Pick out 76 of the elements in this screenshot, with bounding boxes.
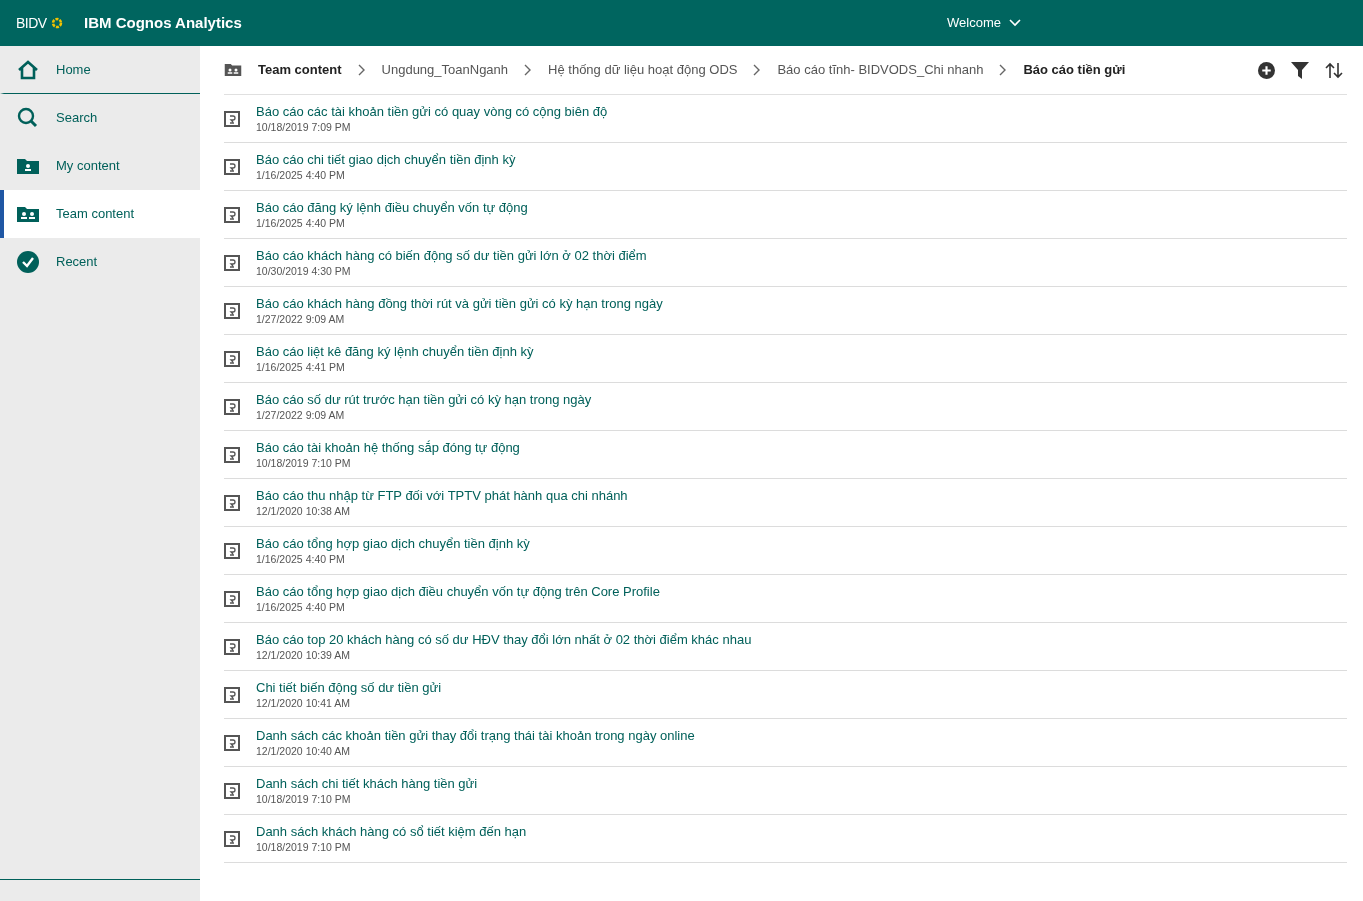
report-link[interactable]: Báo cáo đăng ký lệnh điều chuyển vốn tự động (256, 199, 528, 216)
modified-date: 1/27/2022 9:09 AM (256, 408, 346, 422)
report-icon (224, 542, 240, 559)
report-link[interactable]: Danh sách các khoản tiền gửi thay đổi trạng thái tài khoản trong ngày online (256, 727, 695, 744)
modified-date: 1/16/2025 4:40 PM (256, 168, 346, 182)
sidebar-item[interactable]: My content (0, 142, 200, 190)
report-link[interactable]: Báo cáo khách hàng đồng thời rút và gửi tiền gửi có kỳ hạn trong ngày (256, 295, 663, 312)
report-icon (224, 686, 240, 703)
report-link[interactable]: Báo cáo top 20 khách hàng có số dư HĐV thay đổi lớn nhất ở 02 thời điểm khác nhau (256, 631, 752, 648)
report-icon (224, 782, 240, 799)
report-icon (224, 158, 240, 175)
report-icon (224, 110, 240, 127)
team-folder-icon (224, 63, 242, 77)
report-link[interactable]: Báo cáo tài khoản hệ thống sắp đóng tự động (256, 439, 520, 456)
chevron-right-icon (753, 64, 762, 76)
brand-logo-text: BIDV (16, 13, 47, 33)
report-icon (224, 830, 240, 847)
chevron-right-icon (524, 64, 533, 76)
report-link[interactable]: Báo cáo tổng hợp giao dịch chuyển tiền định kỳ (256, 535, 530, 552)
sidebar-item[interactable]: Search (0, 94, 200, 142)
filter-icon (1291, 61, 1309, 79)
breadcrumb-link[interactable]: Hệ thống dữ liệu hoạt động ODS (548, 60, 738, 80)
report-icon (224, 254, 240, 271)
report-link[interactable]: Báo cáo khách hàng có biến động số dư tiền gửi lớn ở 02 thời điểm (256, 247, 647, 264)
sort-button[interactable] (1325, 61, 1343, 79)
report-icon (224, 446, 240, 463)
report-icon (224, 206, 240, 223)
modified-date: 1/27/2022 9:09 AM (256, 312, 346, 326)
report-link[interactable]: Chi tiết biến động số dư tiền gửi (256, 679, 442, 696)
breadcrumb-link[interactable]: Ungdung_ToanNganh (381, 60, 509, 80)
modified-date: 1/16/2025 4:41 PM (256, 360, 346, 374)
filter-button[interactable] (1291, 61, 1309, 79)
search-icon (16, 106, 40, 130)
modified-date: 1/16/2025 4:40 PM (256, 216, 346, 230)
report-link[interactable]: Báo cáo tổng hợp giao dịch điều chuyển vốn tự động trên Core Profile (256, 583, 660, 600)
chevron-right-icon (357, 64, 366, 76)
breadcrumb-link[interactable]: Team content (258, 60, 342, 80)
report-link[interactable]: Báo cáo các tài khoản tiền gửi có quay vòng có cộng biên độ (256, 103, 608, 120)
modified-date: 12/1/2020 10:40 AM (256, 744, 351, 758)
modified-date: 10/30/2019 4:30 PM (256, 264, 352, 278)
report-icon (224, 638, 240, 655)
modified-date: 10/18/2019 7:10 PM (256, 456, 352, 470)
modified-date: 10/18/2019 7:10 PM (256, 840, 352, 854)
sidebar-item[interactable]: Team content (0, 190, 200, 238)
sidebar-item[interactable]: Home (0, 46, 200, 94)
report-link[interactable]: Báo cáo số dư rút trước hạn tiền gửi có kỳ hạn trong ngày (256, 391, 592, 408)
modified-date: 12/1/2020 10:39 AM (256, 648, 351, 662)
chevron-right-icon (999, 64, 1008, 76)
modified-date: 1/16/2025 4:40 PM (256, 552, 346, 566)
report-icon (224, 398, 240, 415)
modified-date: 1/16/2025 4:40 PM (256, 600, 346, 614)
report-icon (224, 350, 240, 367)
report-icon (224, 494, 240, 511)
chevron-down-icon (1009, 19, 1021, 27)
report-link[interactable]: Báo cáo liệt kê đăng ký lệnh chuyển tiền định kỳ (256, 343, 534, 360)
report-icon (224, 734, 240, 751)
sidebar-item[interactable]: Recent (0, 238, 200, 286)
app-title: IBM Cognos Analytics (84, 12, 242, 33)
report-link[interactable]: Danh sách khách hàng có sổ tiết kiệm đến hạn (256, 823, 527, 840)
report-icon (224, 590, 240, 607)
modified-date: 10/18/2019 7:09 PM (256, 120, 352, 134)
check-circle-icon (16, 250, 40, 274)
report-link[interactable]: Danh sách chi tiết khách hàng tiền gửi (256, 775, 478, 792)
modified-date: 10/18/2019 7:10 PM (256, 792, 352, 806)
modified-date: 12/1/2020 10:38 AM (256, 504, 351, 518)
welcome-menu[interactable]: Welcome (941, 12, 1027, 34)
report-link[interactable]: Báo cáo chi tiết giao dịch chuyển tiền định kỳ (256, 151, 516, 168)
flower-logo-icon (50, 17, 63, 29)
sort-icon (1325, 61, 1343, 79)
add-button[interactable] (1258, 61, 1275, 79)
breadcrumb-link[interactable]: Báo cáo tĩnh- BIDVODS_Chi nhanh (777, 60, 984, 80)
modified-date: 12/1/2020 10:41 AM (256, 696, 351, 710)
breadcrumb-link[interactable]: Báo cáo tiền gửi (1023, 60, 1126, 80)
report-link[interactable]: Báo cáo thu nhập từ FTP đối với TPTV phát hành qua chi nhánh (256, 487, 628, 504)
report-icon (224, 302, 240, 319)
plus-circle-icon (1258, 61, 1275, 79)
